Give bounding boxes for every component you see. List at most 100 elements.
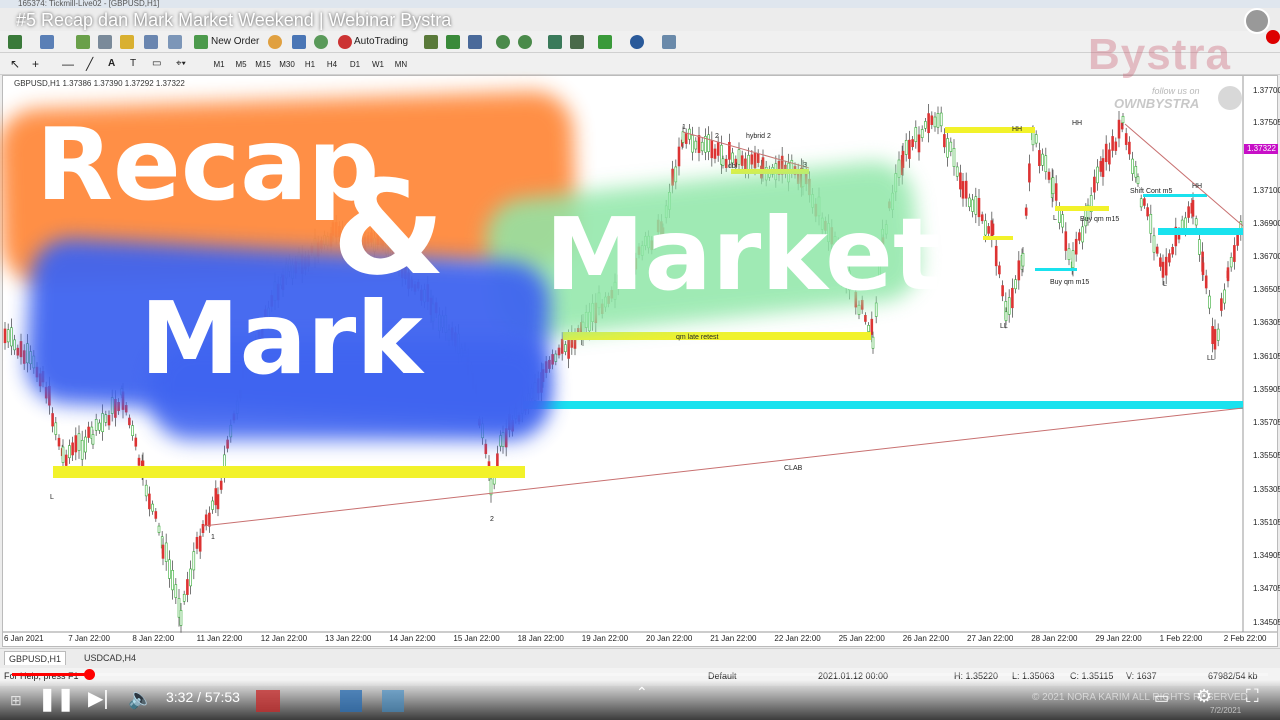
new-chart-icon[interactable]	[8, 35, 22, 49]
next-icon[interactable]: ▶|	[88, 686, 109, 711]
terminal-icon[interactable]	[144, 35, 158, 49]
indicators-icon[interactable]	[598, 35, 612, 49]
timeframe-m5[interactable]: M5	[231, 57, 251, 72]
candle-body	[731, 152, 734, 164]
candle-body	[1233, 245, 1236, 262]
current-price-label: 1.37322	[1247, 144, 1276, 153]
candle-body	[1007, 297, 1011, 315]
timeframe-m1[interactable]: M1	[209, 57, 229, 72]
timeframe-mn[interactable]: MN	[391, 57, 411, 72]
price-tick-label: 1.36505	[1253, 285, 1280, 294]
video-title[interactable]: #5 Recap dan Mark Market Weekend | Webin…	[16, 10, 451, 31]
candle-body	[870, 318, 874, 335]
navigator-icon[interactable]	[120, 35, 134, 49]
fullscreen-icon[interactable]: ⛶	[1246, 686, 1259, 707]
new-order-button[interactable]: New Order	[211, 34, 259, 50]
date-tick-label: 12 Jan 22:00	[260, 634, 308, 643]
date-tick-label: 8 Jan 22:00	[132, 634, 175, 643]
tile-windows-icon[interactable]	[548, 35, 562, 49]
timeframe-d1[interactable]: D1	[345, 57, 365, 72]
chart-shift-icon[interactable]	[570, 35, 584, 49]
date-tick-label: 13 Jan 22:00	[325, 634, 372, 643]
shapes-menu-icon[interactable]: ⌖▾	[176, 56, 186, 72]
bar-chart-icon[interactable]	[424, 35, 438, 49]
notification-badge-icon[interactable]	[1266, 30, 1280, 44]
progress-fill	[12, 673, 89, 676]
settings-gear-icon[interactable]: ⚙	[1196, 686, 1212, 707]
data-window-icon[interactable]	[98, 35, 112, 49]
volume-icon[interactable]: 🔈	[128, 686, 153, 711]
candle-body	[694, 140, 698, 150]
text-tool-icon[interactable]: A	[108, 56, 115, 72]
candle-body	[1014, 279, 1017, 290]
zoom-out-icon[interactable]	[518, 35, 532, 49]
candle-body	[964, 180, 968, 199]
app-icon-blue[interactable]	[340, 690, 362, 712]
signals-icon[interactable]	[314, 35, 328, 49]
candle-body	[186, 579, 189, 595]
price-tick-label: 1.35905	[1253, 385, 1280, 394]
options-icon[interactable]	[292, 35, 306, 49]
zoom-in-icon[interactable]	[496, 35, 510, 49]
candle-body	[1128, 141, 1131, 155]
periods-icon[interactable]	[630, 35, 644, 49]
candle-body	[904, 140, 908, 155]
candle-body	[94, 419, 98, 431]
pause-icon[interactable]: ❚❚	[38, 686, 75, 712]
profiles-icon[interactable]	[40, 35, 54, 49]
candle-body	[1038, 150, 1041, 167]
line-chart-icon[interactable]	[468, 35, 482, 49]
candle-body	[991, 223, 995, 235]
chevron-up-icon[interactable]: ⌃	[636, 684, 648, 701]
metaeditor-icon[interactable]	[268, 35, 282, 49]
timeframe-m15[interactable]: M15	[253, 57, 273, 72]
candle-body	[168, 559, 171, 579]
crosshair-icon[interactable]: +	[32, 56, 39, 72]
tab-gbpusd-h1[interactable]: GBPUSD,H1	[4, 651, 67, 665]
timeframe-w1[interactable]: W1	[368, 57, 388, 72]
candlestick-icon[interactable]	[446, 35, 460, 49]
copyright-text: © 2021 NORA KARIM ALL RIGHTS RESERVED	[1032, 692, 1248, 703]
cyan-zone-right	[1158, 228, 1243, 235]
app-icon-light-blue[interactable]	[382, 690, 404, 712]
timeframe-h1[interactable]: H1	[300, 57, 320, 72]
price-tick-label: 1.37100	[1253, 186, 1280, 195]
timeframe-m30[interactable]: M30	[277, 57, 297, 72]
templates-icon[interactable]	[662, 35, 676, 49]
price-tick-label: 1.35505	[1253, 451, 1280, 460]
candle-body	[936, 113, 940, 128]
autotrading-button[interactable]: AutoTrading	[354, 34, 408, 50]
app-icon-red[interactable]	[256, 690, 280, 712]
candle-body	[1111, 136, 1114, 151]
watch-later-icon[interactable]	[1244, 8, 1270, 34]
progress-scrubber[interactable]	[83, 669, 95, 680]
captions-icon[interactable]: ▭	[1154, 688, 1169, 708]
autotrading-icon	[338, 35, 352, 49]
trendline-icon[interactable]: ╱	[86, 56, 93, 72]
candle-body	[177, 598, 181, 618]
candle-body	[920, 129, 924, 138]
candle-body	[161, 544, 165, 559]
rectangle-icon[interactable]: ▭	[152, 56, 161, 72]
date-tick-label: 14 Jan 22:00	[389, 634, 436, 643]
horizontal-line-icon[interactable]: —	[62, 56, 74, 72]
cursor-icon[interactable]: ↖	[10, 56, 20, 72]
windows-start-icon[interactable]: ⊞	[10, 692, 22, 709]
chart-tabs: GBPUSD,H1 USDCAD,H4	[0, 648, 1280, 666]
candle-body	[1204, 275, 1208, 289]
candle-body	[1131, 158, 1134, 174]
candle-body	[216, 494, 220, 510]
price-tick-label: 1.35305	[1253, 485, 1280, 494]
timeframe-h4[interactable]: H4	[322, 57, 342, 72]
candle-body	[1152, 235, 1156, 253]
text-label-icon[interactable]: T	[130, 56, 136, 72]
market-watch-icon[interactable]	[76, 35, 90, 49]
candle-body	[548, 359, 551, 369]
candle-body	[19, 341, 23, 358]
candle-body	[1114, 141, 1118, 151]
progress-bar[interactable]	[12, 673, 1268, 676]
follow-text: follow us on	[1152, 86, 1200, 96]
candle-body	[952, 148, 956, 167]
tab-usdcad-h4[interactable]: USDCAD,H4	[80, 651, 140, 665]
strategy-tester-icon[interactable]	[168, 35, 182, 49]
